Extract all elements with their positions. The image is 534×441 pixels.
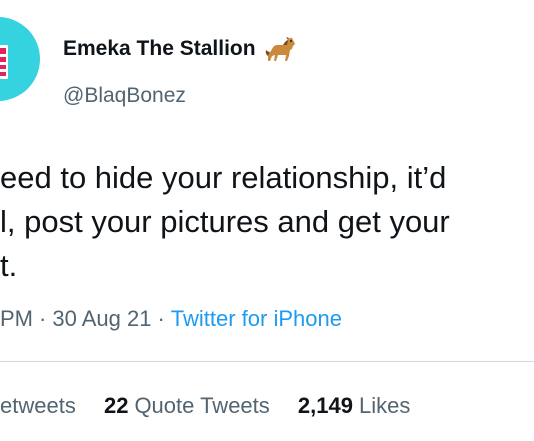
quote-tweets-label: Quote Tweets [134, 393, 270, 418]
meta-separator: · [39, 306, 47, 331]
likes-label: Likes [358, 393, 411, 418]
likes-count: 2,149 [297, 393, 353, 418]
likes-stat[interactable]: 2,149 Likes [298, 393, 410, 418]
tweet-time[interactable]: PM [0, 306, 33, 331]
author-handle[interactable]: @BlaqBonez [63, 84, 186, 108]
tweet-source-link[interactable]: Twitter for iPhone [171, 306, 342, 331]
meta-separator: · [157, 306, 165, 331]
avatar-image [0, 45, 8, 79]
author-display-name[interactable]: Emeka The Stallion [63, 37, 256, 61]
horse-icon [265, 37, 295, 61]
tweet-date[interactable]: 30 Aug 21 [52, 306, 151, 331]
tweet-text: eed to hide your relationship, it’d l, p… [0, 156, 450, 288]
retweets-label: etweets [0, 393, 76, 418]
tweet-text-line: eed to hide your relationship, it’d [0, 160, 447, 195]
tweet-page: Emeka The Stallion @BlaqBonez eed to hid… [0, 0, 534, 441]
tweet-stats: etweets 22 Quote Tweets 2,149 Likes [0, 393, 432, 419]
quote-tweets-stat[interactable]: 22 Quote Tweets [104, 393, 270, 418]
quote-tweets-count: 22 [103, 393, 129, 418]
avatar[interactable] [0, 17, 40, 101]
author-name-row[interactable]: Emeka The Stallion [63, 34, 298, 64]
tweet-meta: PM · 30 Aug 21 · Twitter for iPhone [0, 306, 342, 332]
divider [0, 361, 534, 362]
tweet-text-line: t. [0, 248, 18, 283]
retweets-stat[interactable]: etweets [0, 393, 76, 418]
tweet-text-line: l, post your pictures and get your [0, 204, 450, 239]
